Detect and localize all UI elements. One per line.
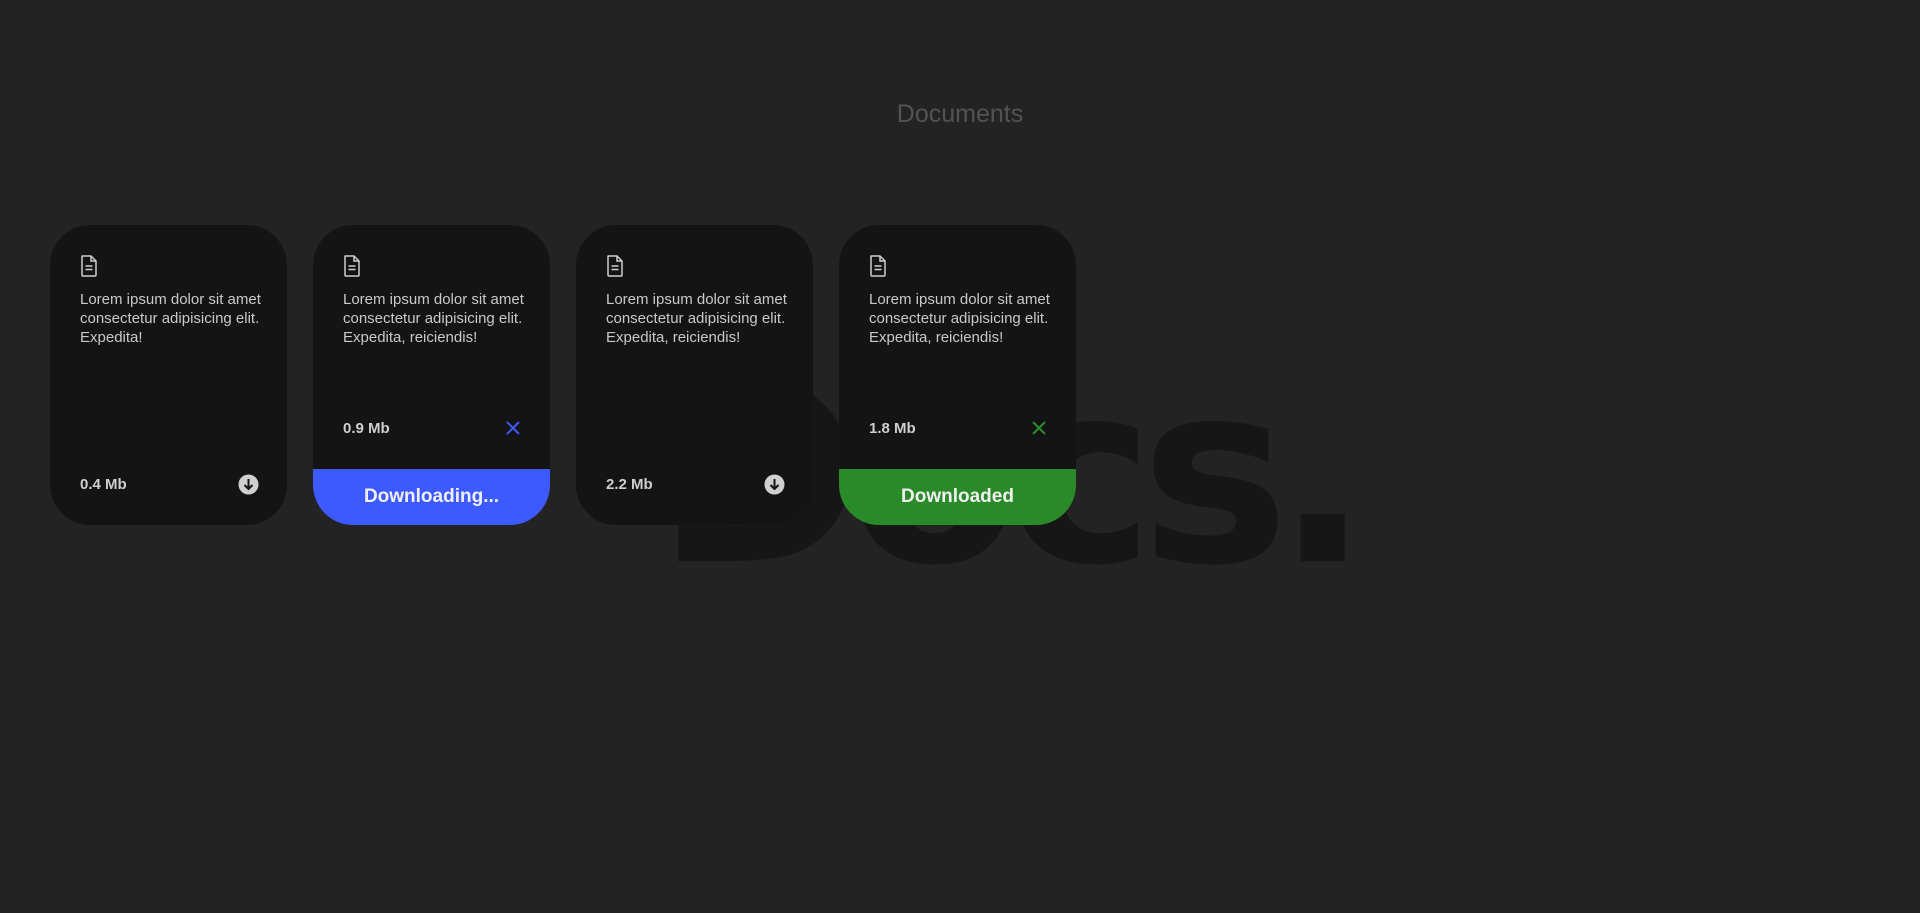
file-size: 2.2 Mb	[606, 475, 653, 493]
card-description: Lorem ipsum dolor sit amet consectetur a…	[80, 291, 261, 346]
card-footer: 1.8 Mb	[869, 417, 1048, 439]
document-card[interactable]: Lorem ipsum dolor sit amet consectetur a…	[313, 225, 550, 525]
page: Documents Docs. Lorem ipsum dolor sit am…	[0, 0, 1920, 913]
file-size: 1.8 Mb	[869, 419, 916, 437]
card-description: Lorem ipsum dolor sit amet consectetur a…	[343, 291, 524, 346]
file-size: 0.9 Mb	[343, 419, 390, 437]
page-title: Documents	[896, 100, 1024, 128]
card-footer: 0.4 Mb	[80, 473, 259, 495]
card-footer: 2.2 Mb	[606, 473, 785, 495]
download-circle-icon[interactable]	[238, 474, 259, 495]
file-size: 0.4 Mb	[80, 475, 127, 493]
document-card[interactable]: Lorem ipsum dolor sit amet consectetur a…	[839, 225, 1076, 525]
close-icon[interactable]	[504, 419, 522, 437]
card-description: Lorem ipsum dolor sit amet consectetur a…	[869, 291, 1050, 346]
downloading-status-bar: Downloading...	[313, 469, 550, 525]
document-card[interactable]: Lorem ipsum dolor sit amet consectetur a…	[50, 225, 287, 525]
document-icon	[607, 255, 623, 277]
download-circle-icon[interactable]	[764, 474, 785, 495]
document-icon	[81, 255, 97, 277]
document-card[interactable]: Lorem ipsum dolor sit amet consectetur a…	[576, 225, 813, 525]
document-icon	[344, 255, 360, 277]
document-cards: Lorem ipsum dolor sit amet consectetur a…	[50, 225, 1076, 525]
card-description: Lorem ipsum dolor sit amet consectetur a…	[606, 291, 787, 346]
document-icon	[870, 255, 886, 277]
downloaded-status-bar: Downloaded	[839, 469, 1076, 525]
card-footer: 0.9 Mb	[343, 417, 522, 439]
close-icon[interactable]	[1030, 419, 1048, 437]
